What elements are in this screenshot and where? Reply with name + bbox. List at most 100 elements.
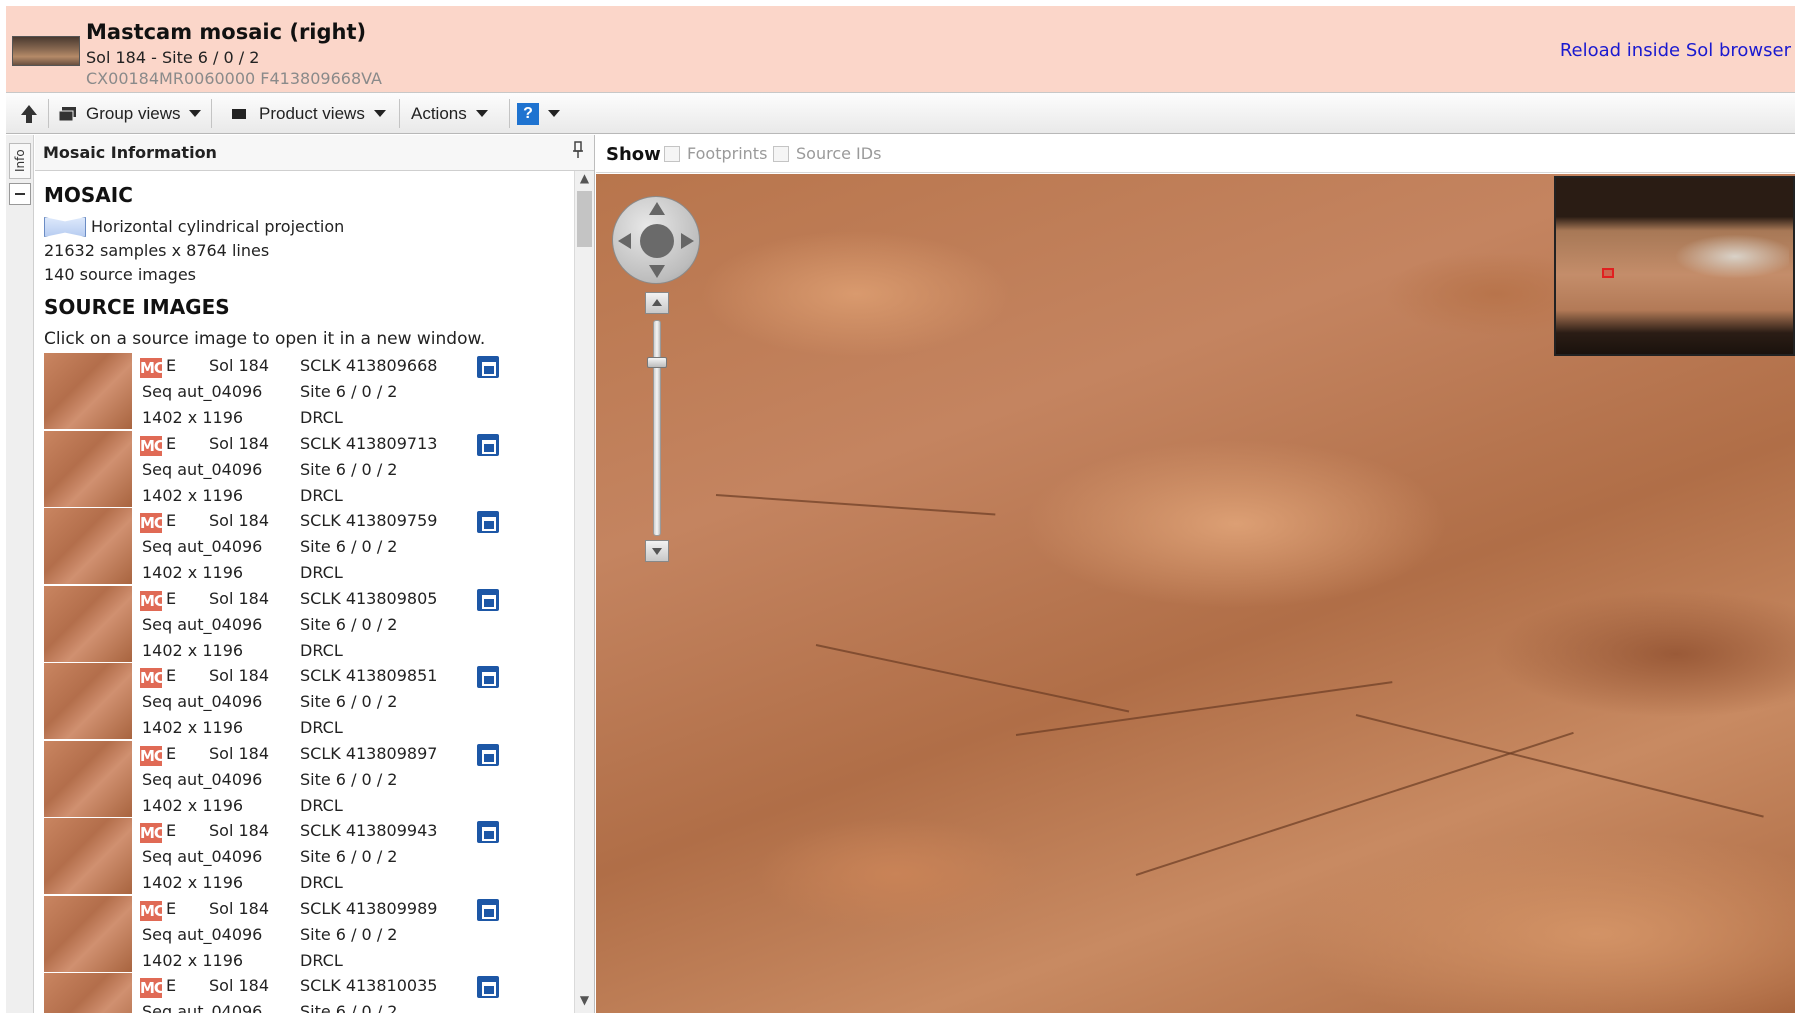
image-sclk: SCLK 413809668 — [300, 356, 438, 375]
chevron-down-icon — [548, 110, 560, 117]
open-image-icon[interactable] — [477, 433, 499, 456]
source-image-thumbnail[interactable] — [44, 895, 132, 972]
image-site: Site 6 / 0 / 2 — [300, 769, 398, 789]
open-image-icon[interactable] — [477, 356, 499, 378]
source-images-instruction: Click on a source image to open it in a … — [44, 329, 486, 349]
open-image-icon[interactable] — [477, 898, 499, 921]
toolbar-divider — [48, 99, 49, 128]
panel-header: Mosaic Information — [35, 135, 594, 171]
page-title: Mastcam mosaic (right) — [86, 20, 367, 44]
pan-center-icon[interactable] — [640, 224, 674, 258]
panel-scrollbar[interactable]: ▲ ▼ — [574, 171, 594, 1013]
source-image-thumbnail[interactable] — [44, 818, 132, 894]
open-image-icon[interactable] — [477, 666, 499, 688]
group-views-menu[interactable]: Group views — [58, 93, 202, 134]
toolbar-divider — [399, 99, 400, 128]
source-image-row[interactable]: MC E Sol 184 SCLK 413809759 Seq aut_04096 Sit… — [44, 508, 564, 586]
source-image-row[interactable]: MC E Sol 184 SCLK 413809897 Seq aut_04096 Sit… — [44, 740, 564, 819]
image-sclk: SCLK 413810035 — [300, 976, 438, 995]
image-seq: Seq aut_04096 — [142, 537, 263, 556]
scroll-down-icon[interactable]: ▼ — [575, 993, 594, 1013]
mc-badge: MC — [140, 590, 165, 611]
source-image-thumbnail[interactable] — [44, 508, 132, 584]
source-image-row[interactable]: MC E Sol 184 SCLK 413809851 Seq aut_04096 Sit… — [44, 663, 564, 741]
zoom-out-icon[interactable] — [645, 540, 669, 562]
panel-body: MOSAIC Horizontal cylindrical projection… — [35, 171, 575, 1013]
open-image-icon[interactable] — [477, 588, 499, 611]
image-size: 1402 x 1196 — [142, 795, 244, 815]
mosaic-viewer[interactable] — [596, 174, 1795, 1013]
image-product: DRCL — [300, 873, 343, 892]
source-image-thumbnail[interactable] — [44, 585, 132, 662]
open-image-icon[interactable] — [477, 821, 499, 843]
pan-left-icon[interactable] — [618, 233, 631, 249]
source-ids-checkbox[interactable] — [773, 146, 789, 162]
image-size: 1402 x 1196 — [142, 718, 244, 737]
mc-badge: MC — [140, 745, 165, 766]
header-subtitle: Sol 184 - Site 6 / 0 / 2 — [86, 48, 260, 67]
zoom-slider[interactable] — [653, 320, 661, 536]
image-seq: Seq aut_04096 — [142, 847, 263, 866]
image-sol: Sol 184 — [209, 511, 270, 530]
image-sol: Sol 184 — [209, 588, 270, 608]
image-size: 1402 x 1196 — [142, 640, 244, 660]
image-product: DRCL — [300, 408, 343, 427]
source-ids-label[interactable]: Source IDs — [796, 144, 881, 163]
image-type: E — [166, 511, 177, 530]
source-images-heading: SOURCE IMAGES — [44, 295, 230, 319]
pan-control-icon[interactable] — [612, 196, 700, 284]
image-seq: Seq aut_04096 — [142, 769, 263, 789]
source-image-row[interactable]: MC E Sol 184 SCLK 413809989 Seq aut_04096 Sit… — [44, 895, 564, 974]
zoom-slider-handle[interactable] — [647, 356, 667, 368]
source-image-row[interactable]: MC E Sol 184 SCLK 413809805 Seq aut_04096 Sit… — [44, 585, 564, 664]
source-image-thumbnail[interactable] — [44, 663, 132, 739]
image-site: Site 6 / 0 / 2 — [300, 1002, 398, 1013]
product-views-menu[interactable]: Product views — [231, 93, 386, 134]
viewport-marker[interactable] — [1602, 268, 1614, 278]
image-sclk: SCLK 413809943 — [300, 821, 438, 840]
actions-menu[interactable]: Actions — [411, 93, 488, 134]
reload-link[interactable]: Reload inside Sol browser — [1560, 40, 1791, 61]
pan-right-icon[interactable] — [681, 233, 694, 249]
product-views-label: Product views — [259, 103, 365, 123]
footprints-label[interactable]: Footprints — [687, 144, 767, 163]
footprints-checkbox[interactable] — [664, 146, 680, 162]
help-menu[interactable]: ? — [517, 93, 560, 134]
mosaic-thumbnail[interactable] — [12, 36, 80, 66]
pan-up-icon[interactable] — [649, 202, 665, 215]
image-size: 1402 x 1196 — [142, 408, 244, 427]
up-arrow-icon[interactable] — [14, 93, 44, 134]
image-sol: Sol 184 — [209, 433, 270, 453]
info-tab[interactable]: Info — [9, 143, 31, 179]
image-sol: Sol 184 — [209, 898, 270, 918]
source-image-thumbnail[interactable] — [44, 973, 132, 1013]
image-sol: Sol 184 — [209, 743, 270, 763]
overview-map[interactable] — [1554, 176, 1795, 356]
image-type: E — [166, 356, 177, 375]
source-image-thumbnail[interactable] — [44, 740, 132, 817]
source-image-row[interactable]: MC E Sol 184 SCLK 413810035 Seq aut_04096 Sit… — [44, 973, 564, 1013]
image-site: Site 6 / 0 / 2 — [300, 692, 398, 711]
source-image-thumbnail[interactable] — [44, 353, 132, 429]
open-image-icon[interactable] — [477, 511, 499, 533]
mc-badge: MC — [140, 435, 165, 456]
source-image-thumbnail[interactable] — [44, 430, 132, 507]
source-image-row[interactable]: MC E Sol 184 SCLK 413809668 Seq aut_04096 Sit… — [44, 353, 564, 431]
open-image-icon[interactable] — [477, 976, 499, 998]
zoom-in-icon[interactable] — [645, 292, 669, 314]
source-image-row[interactable]: MC E Sol 184 SCLK 413809943 Seq aut_04096 Sit… — [44, 818, 564, 896]
open-image-icon[interactable] — [477, 743, 499, 766]
terrain-crack — [715, 494, 996, 516]
image-sol: Sol 184 — [209, 976, 270, 995]
scroll-thumb[interactable] — [577, 191, 592, 247]
scroll-up-icon[interactable]: ▲ — [575, 171, 594, 191]
pin-icon[interactable] — [572, 141, 584, 163]
image-type: E — [166, 743, 177, 763]
source-image-row[interactable]: MC E Sol 184 SCLK 413809713 Seq aut_04096 Sit… — [44, 430, 564, 509]
image-site: Site 6 / 0 / 2 — [300, 459, 398, 479]
collapse-panel-button[interactable] — [9, 183, 31, 205]
mc-badge: MC — [140, 358, 165, 378]
terrain-crack — [1015, 681, 1393, 736]
pan-down-icon[interactable] — [649, 265, 665, 278]
mc-badge: MC — [140, 978, 165, 998]
